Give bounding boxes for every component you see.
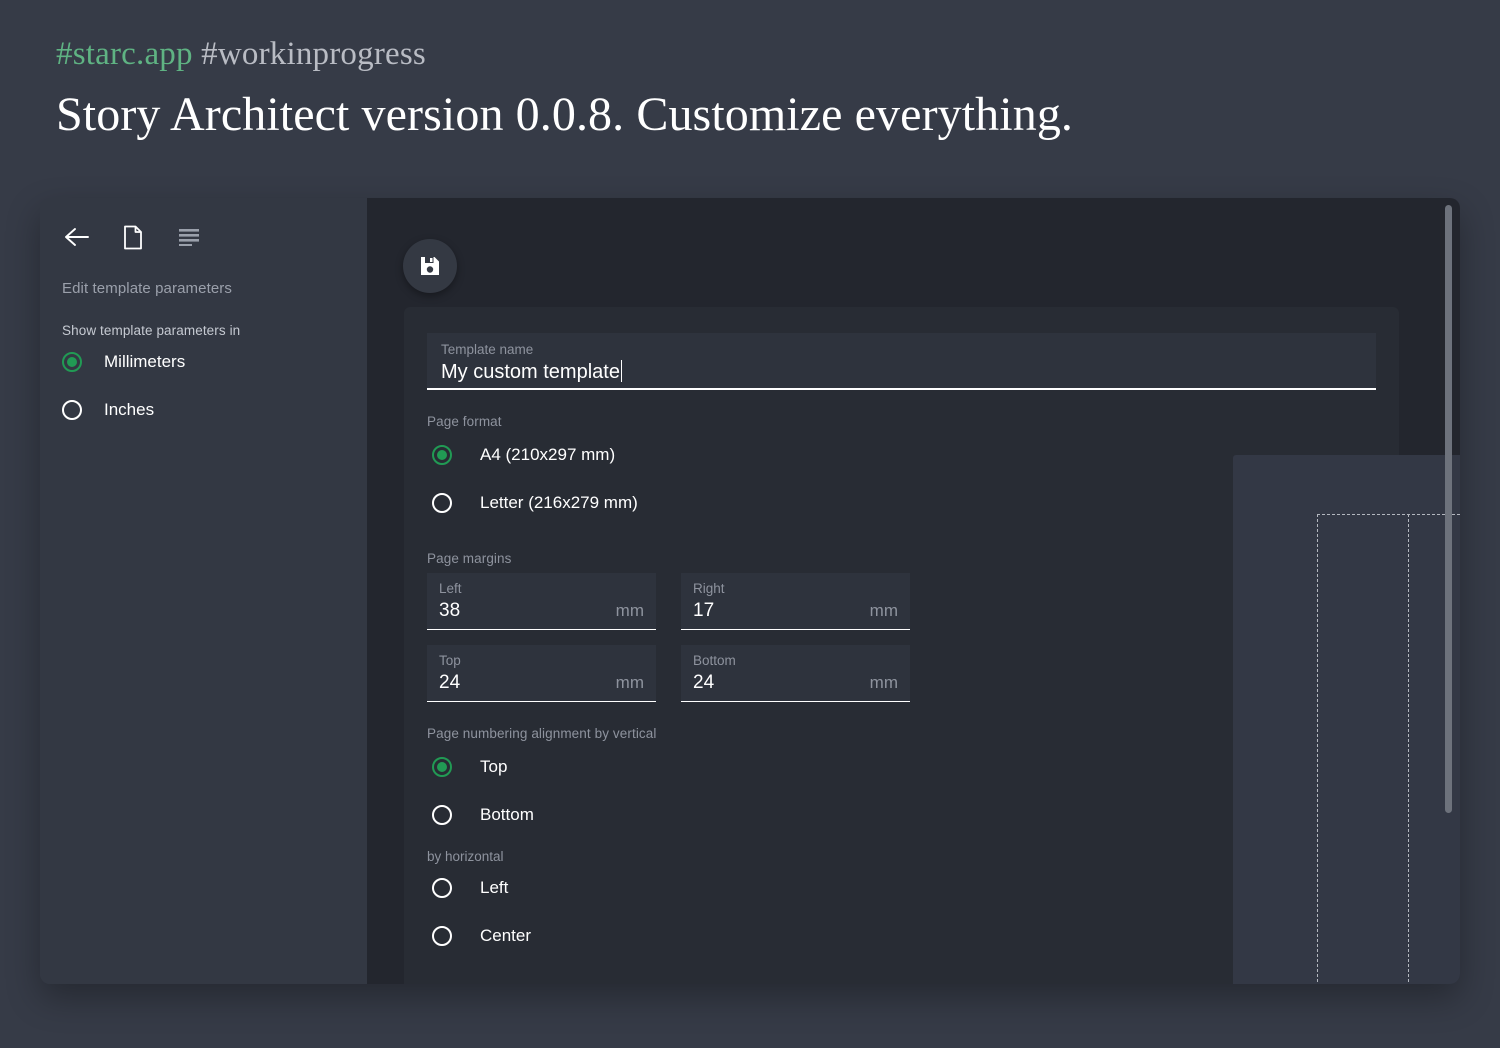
margin-bottom-input[interactable]: 24 — [693, 669, 714, 697]
sidebar: Edit template parameters Show template p… — [40, 198, 367, 984]
margin-top-input[interactable]: 24 — [439, 669, 460, 697]
page-column-divider — [1408, 514, 1409, 984]
sidebar-radio-label-millimeters: Millimeters — [104, 352, 186, 371]
margin-bottom-unit: mm — [869, 673, 898, 692]
page-preview: 123 — [1233, 455, 1460, 984]
radio-indicator-inches[interactable] — [62, 400, 82, 420]
vertical-scrollbar-track[interactable] — [1445, 198, 1456, 984]
margin-right-input[interactable]: 17 — [693, 597, 714, 625]
margin-left-field[interactable]: Left 38 mm — [427, 573, 656, 630]
page-numbering-vertical-label-top: Top — [480, 757, 508, 776]
sidebar-radio-label-inches: Inches — [104, 400, 155, 419]
margin-right-unit: mm — [869, 601, 898, 620]
sidebar-radio-millimeters[interactable]: Millimeters — [40, 338, 367, 386]
margin-bottom-field[interactable]: Bottom 24 mm — [681, 645, 910, 702]
app-window: Edit template parameters Show template p… — [40, 198, 1460, 984]
margin-left-label: Left — [439, 581, 462, 596]
list-icon[interactable] — [174, 222, 204, 252]
margin-top-label: Top — [439, 653, 461, 668]
page-format-label-a4: A4 (210x297 mm) — [480, 445, 616, 464]
margin-bottom-label: Bottom — [693, 653, 736, 668]
units-group-label: Show template parameters in — [62, 323, 241, 338]
radio-indicator-horizontal-center[interactable] — [432, 926, 452, 946]
promo-tags: #starc.app #workinprogress — [56, 34, 1456, 74]
margin-left-unit: mm — [615, 601, 644, 620]
radio-indicator-millimeters[interactable] — [62, 352, 82, 372]
text-caret — [620, 360, 622, 382]
sidebar-toolbar — [40, 198, 367, 258]
margin-right-field[interactable]: Right 17 mm — [681, 573, 910, 630]
radio-indicator-vertical-bottom[interactable] — [432, 805, 452, 825]
radio-indicator-letter[interactable] — [432, 493, 452, 513]
template-name-label: Template name — [441, 342, 534, 357]
margin-right-label: Right — [693, 581, 725, 596]
promo-title: Story Architect version 0.0.8. Customize… — [56, 88, 1074, 141]
document-icon[interactable] — [118, 222, 148, 252]
page-format-label-letter: Letter (216x279 mm) — [480, 493, 638, 512]
save-floppy-icon — [421, 257, 439, 275]
margin-top-field[interactable]: Top 24 mm — [427, 645, 656, 702]
vertical-scrollbar-thumb[interactable] — [1445, 205, 1452, 813]
page-margin-guides — [1317, 514, 1460, 984]
page-numbering-horizontal-label-center: Center — [480, 926, 532, 945]
content-area: Template name My custom template Page fo… — [367, 198, 1460, 984]
promo-tag-primary: #starc.app — [56, 36, 193, 72]
radio-indicator-a4[interactable] — [432, 445, 452, 465]
radio-indicator-vertical-top[interactable] — [432, 757, 452, 777]
template-name-field[interactable]: Template name My custom template — [427, 333, 1376, 390]
radio-indicator-horizontal-left[interactable] — [432, 878, 452, 898]
page-format-label: Page format — [427, 414, 502, 429]
sidebar-radio-inches[interactable]: Inches — [40, 386, 367, 434]
template-name-input[interactable]: My custom template — [441, 358, 620, 386]
save-button[interactable] — [403, 239, 457, 293]
sidebar-caption: Edit template parameters — [62, 280, 232, 297]
margin-left-input[interactable]: 38 — [439, 597, 460, 625]
back-icon[interactable] — [62, 222, 92, 252]
promo-tag-secondary: #workinprogress — [201, 36, 426, 72]
page-numbering-horizontal-label-left: Left — [480, 878, 509, 897]
promo-header: #starc.app #workinprogress Story Archite… — [56, 34, 1456, 145]
page-numbering-vertical-label-bottom: Bottom — [480, 805, 534, 824]
margin-top-unit: mm — [615, 673, 644, 692]
